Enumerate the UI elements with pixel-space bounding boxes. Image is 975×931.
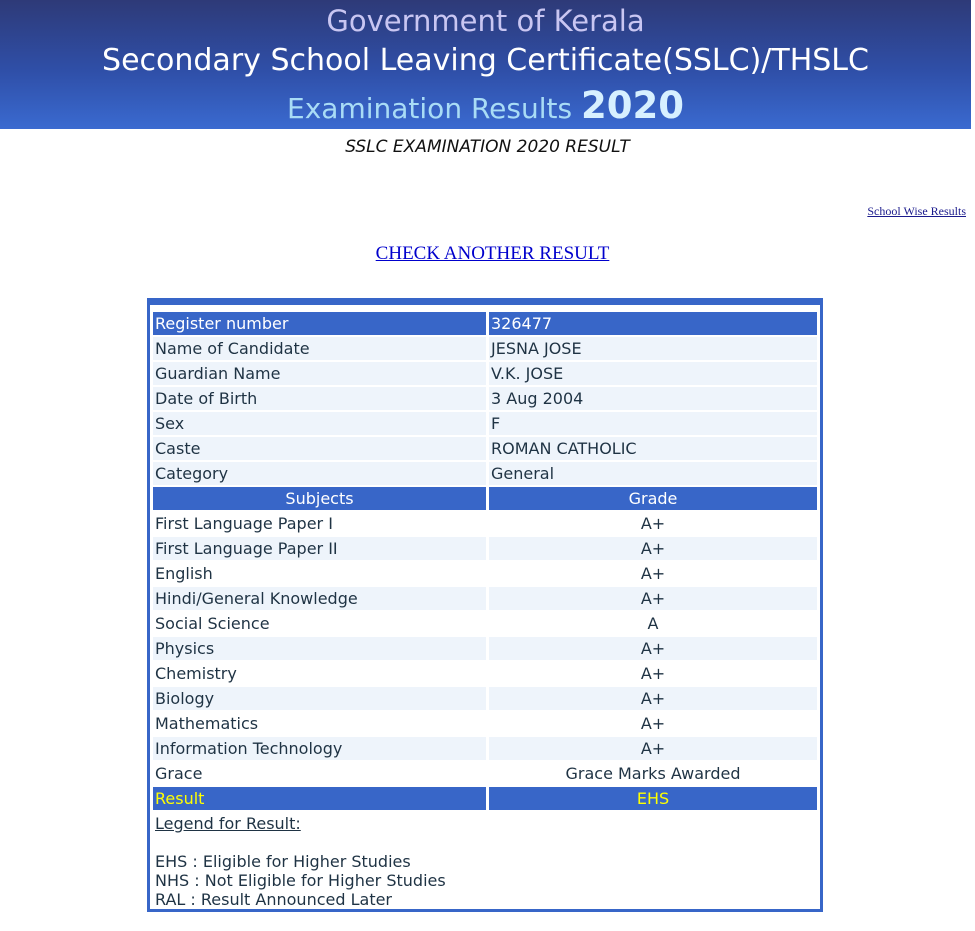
subject-name: Biology — [153, 687, 486, 710]
table-row-grade: Chemistry A+ — [153, 662, 817, 685]
result-legend: Legend for Result: EHS : Eligible for Hi… — [153, 811, 817, 909]
subject-name: Mathematics — [153, 712, 486, 735]
sex-label: Sex — [153, 412, 486, 435]
guardian-name-label: Guardian Name — [153, 362, 486, 385]
result-label: Result — [153, 787, 486, 810]
caste-label: Caste — [153, 437, 486, 460]
table-row-grace: Grace Grace Marks Awarded — [153, 762, 817, 785]
subject-name: Information Technology — [153, 737, 486, 760]
subject-grade: A+ — [489, 737, 817, 760]
table-row-grade: Physics A+ — [153, 637, 817, 660]
table-row-grade: Information Technology A+ — [153, 737, 817, 760]
header-year: 2020 — [580, 84, 684, 127]
legend-title: Legend for Result: — [155, 814, 301, 833]
table-row-grade: Biology A+ — [153, 687, 817, 710]
grade-column-header: Grade — [489, 487, 817, 510]
header-line-government: Government of Kerala — [326, 4, 645, 38]
table-row-grade: First Language Paper II A+ — [153, 537, 817, 560]
category-label: Category — [153, 462, 486, 485]
result-value: EHS — [489, 787, 817, 810]
header-line-exam-results: Examination Results 2020 — [0, 84, 971, 131]
table-row-grade: Social Science A — [153, 612, 817, 635]
register-number-label: Register number — [153, 312, 486, 335]
subject-name: First Language Paper II — [153, 537, 486, 560]
table-row-grade: Mathematics A+ — [153, 712, 817, 735]
subject-grade: A+ — [489, 587, 817, 610]
register-number-value: 326477 — [489, 312, 817, 335]
grace-value: Grace Marks Awarded — [489, 762, 817, 785]
subject-grade: A+ — [489, 712, 817, 735]
subject-name: English — [153, 562, 486, 585]
subject-grade: A — [489, 612, 817, 635]
table-row-result: Result EHS — [153, 787, 817, 810]
date-of-birth-label: Date of Birth — [153, 387, 486, 410]
subject-grade: A+ — [489, 687, 817, 710]
subject-name: Hindi/General Knowledge — [153, 587, 486, 610]
header-line-certificate: Secondary School Leaving Certificate(SSL… — [102, 43, 869, 78]
page-subtitle: SSLC EXAMINATION 2020 RESULT — [345, 137, 630, 157]
table-row-grade: English A+ — [153, 562, 817, 585]
check-another-result-link[interactable]: CHECK ANOTHER RESULT — [0, 243, 975, 265]
school-wise-results-link[interactable]: School Wise Results — [867, 204, 966, 219]
subject-name: Chemistry — [153, 662, 486, 685]
table-row-guardian-name: Guardian Name V.K. JOSE — [153, 362, 817, 385]
candidate-name-value: JESNA JOSE — [489, 337, 817, 360]
candidate-name-label: Name of Candidate — [153, 337, 486, 360]
subject-name: Social Science — [153, 612, 486, 635]
subject-grade: A+ — [489, 512, 817, 535]
subject-name: First Language Paper I — [153, 512, 486, 535]
date-of-birth-value: 3 Aug 2004 — [489, 387, 817, 410]
subject-grade: A+ — [489, 562, 817, 585]
table-row-caste: Caste ROMAN CATHOLIC — [153, 437, 817, 460]
table-row-grades-header: Subjects Grade — [153, 487, 817, 510]
subject-name: Physics — [153, 637, 486, 660]
legend-item: NHS : Not Eligible for Higher Studies — [155, 871, 446, 890]
grace-label: Grace — [153, 762, 486, 785]
table-row-candidate-name: Name of Candidate JESNA JOSE — [153, 337, 817, 360]
table-top-stripe — [150, 301, 820, 305]
guardian-name-value: V.K. JOSE — [489, 362, 817, 385]
legend-item: RAL : Result Announced Later — [155, 890, 393, 909]
subjects-column-header: Subjects — [153, 487, 486, 510]
table-row-sex: Sex F — [153, 412, 817, 435]
subject-grade: A+ — [489, 637, 817, 660]
caste-value: ROMAN CATHOLIC — [489, 437, 817, 460]
subject-grade: A+ — [489, 662, 817, 685]
sex-value: F — [489, 412, 817, 435]
subject-grade: A+ — [489, 537, 817, 560]
table-row-date-of-birth: Date of Birth 3 Aug 2004 — [153, 387, 817, 410]
table-row-grade: First Language Paper I A+ — [153, 512, 817, 535]
result-table: Register number 326477 Name of Candidate… — [147, 298, 823, 912]
table-row-category: Category General — [153, 462, 817, 485]
header-banner: Government of Kerala Secondary School Le… — [0, 0, 971, 129]
category-value: General — [489, 462, 817, 485]
table-row-grade: Hindi/General Knowledge A+ — [153, 587, 817, 610]
legend-item: EHS : Eligible for Higher Studies — [155, 852, 411, 871]
header-line-exam-text: Examination Results — [287, 92, 581, 125]
table-row-register-number: Register number 326477 — [153, 312, 817, 335]
